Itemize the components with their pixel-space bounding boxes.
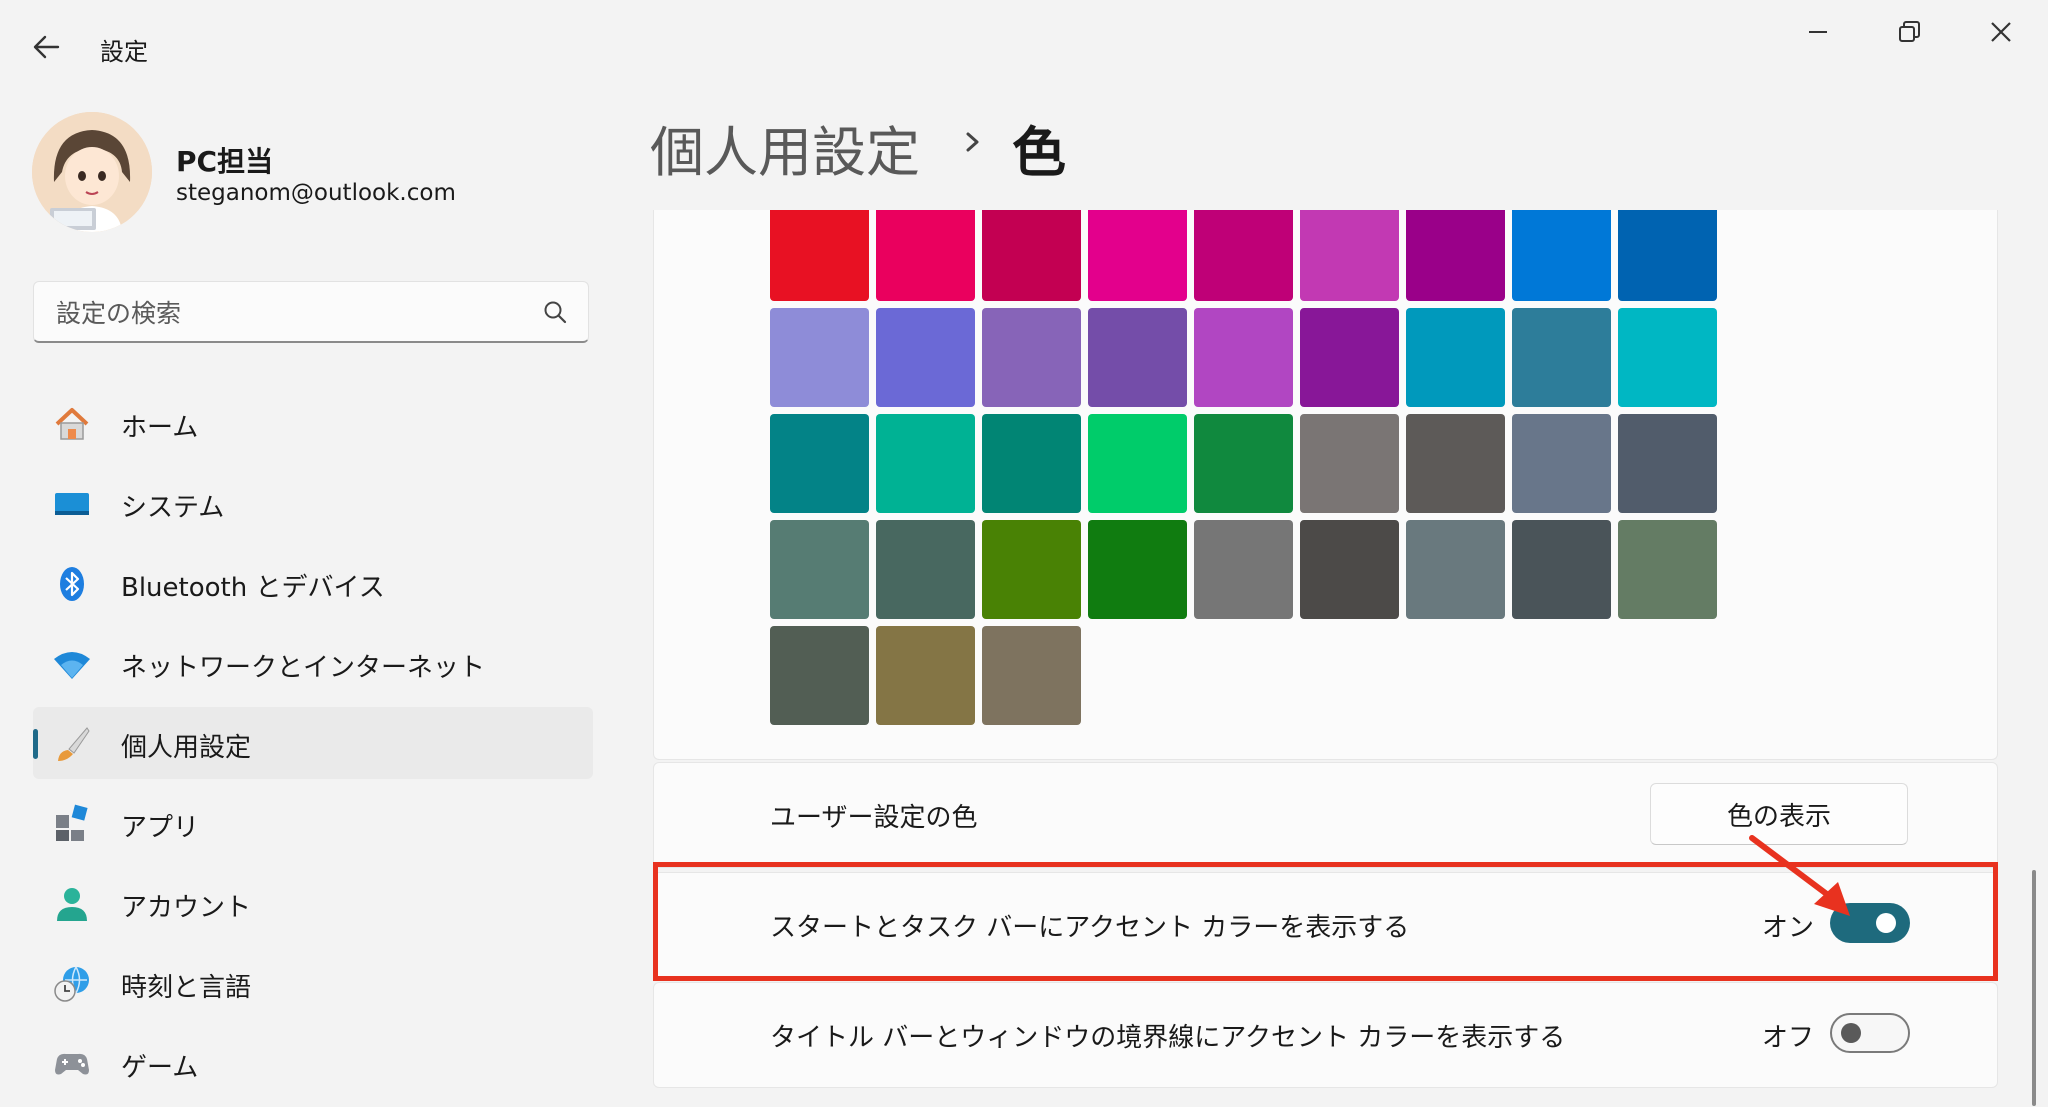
accent-color-swatch[interactable]	[770, 210, 869, 301]
sidebar-item-accounts[interactable]: アカウント	[33, 867, 593, 939]
accent-color-swatch[interactable]	[1406, 414, 1505, 513]
user-profile[interactable]: PC担当 steganom@outlook.com	[32, 110, 592, 240]
sidebar-item-label: 時刻と言語	[121, 973, 252, 1003]
accent-color-swatch[interactable]	[1194, 210, 1293, 301]
sidebar-item-label: システム	[121, 493, 225, 523]
sidebar-item-personalization[interactable]: 個人用設定	[33, 707, 593, 779]
accent-color-swatch[interactable]	[876, 520, 975, 619]
accent-color-swatch[interactable]	[982, 520, 1081, 619]
sidebar-item-system[interactable]: システム	[33, 467, 593, 539]
accent-color-swatch[interactable]	[1194, 520, 1293, 619]
accent-color-swatch[interactable]	[1618, 308, 1717, 407]
minimize-button[interactable]	[1783, 10, 1853, 54]
accent-color-swatch[interactable]	[982, 414, 1081, 513]
sidebar-item-label: ゲーム	[121, 1053, 199, 1083]
apps-icon	[56, 804, 88, 841]
callout-arrow-icon	[1749, 835, 1850, 916]
custom-color-label: ユーザー設定の色	[770, 803, 978, 833]
accent-color-swatch[interactable]	[1618, 414, 1717, 513]
accent-color-swatch[interactable]	[1300, 414, 1399, 513]
breadcrumb-parent[interactable]: 個人用設定	[650, 108, 920, 187]
accent-color-swatch[interactable]	[876, 626, 975, 725]
accent-color-swatch[interactable]	[1512, 414, 1611, 513]
accent-color-swatch[interactable]	[1406, 308, 1505, 407]
accent-color-swatch[interactable]	[1088, 210, 1187, 301]
accent-title-bar-row: タイトル バーとウィンドウの境界線にアクセント カラーを表示する オフ	[653, 982, 1998, 1088]
accent-color-swatch[interactable]	[876, 414, 975, 513]
close-button[interactable]	[1966, 10, 2036, 54]
sidebar-item-bluetooth[interactable]: Bluetooth とデバイス	[33, 547, 593, 619]
user-email: steganom@outlook.com	[176, 180, 456, 206]
accent-color-swatch[interactable]	[1088, 414, 1187, 513]
search-icon[interactable]	[542, 299, 570, 327]
accent-color-swatch[interactable]	[1300, 308, 1399, 407]
accent-color-swatch[interactable]	[1618, 520, 1717, 619]
accent-color-swatch[interactable]	[1194, 414, 1293, 513]
sidebar-item-label: Bluetooth とデバイス	[121, 573, 385, 603]
search-input[interactable]	[54, 294, 538, 332]
search-box[interactable]	[33, 281, 589, 343]
accent-color-swatch[interactable]	[1194, 308, 1293, 407]
back-button[interactable]	[28, 30, 68, 64]
accent-color-swatch[interactable]	[1512, 308, 1611, 407]
page-title: 色	[1012, 121, 1066, 184]
accent-title-bar-label: タイトル バーとウィンドウの境界線にアクセント カラーを表示する	[770, 1023, 1566, 1053]
toggle-state-label: オフ	[1762, 1023, 1815, 1053]
brush-icon	[58, 727, 90, 761]
accent-color-swatch[interactable]	[1300, 210, 1399, 301]
avatar[interactable]	[32, 112, 152, 232]
globe-clock-icon	[54, 966, 89, 1002]
accent-color-swatch[interactable]	[982, 210, 1081, 301]
title-bar: 設定	[0, 0, 2048, 90]
bluetooth-icon	[60, 567, 84, 601]
sidebar-item-apps[interactable]: アプリ	[33, 787, 593, 859]
accent-color-swatch[interactable]	[876, 308, 975, 407]
toggle-knob	[1841, 1023, 1861, 1043]
accent-color-swatch[interactable]	[1406, 520, 1505, 619]
close-icon	[1991, 22, 2011, 42]
sidebar-nav: ホーム システム Bluetooth とデバイス ネットワークとインターネット …	[33, 387, 593, 1107]
sidebar-item-gaming[interactable]: ゲーム	[33, 1027, 593, 1099]
sidebar-item-label: ネットワークとインターネット	[121, 653, 486, 683]
app-title: 設定	[100, 38, 148, 66]
restore-button[interactable]	[1875, 10, 1945, 54]
sidebar-item-label: アカウント	[121, 893, 252, 923]
accent-color-swatch[interactable]	[1512, 520, 1611, 619]
accent-color-swatch[interactable]	[770, 308, 869, 407]
accent-color-swatch[interactable]	[1618, 210, 1717, 301]
sidebar-item-time-language[interactable]: 時刻と言語	[33, 947, 593, 1019]
accent-color-swatch[interactable]	[770, 414, 869, 513]
home-icon	[55, 408, 89, 440]
accent-color-swatch[interactable]	[982, 626, 1081, 725]
accent-color-swatch[interactable]	[876, 210, 975, 301]
monitor-icon	[55, 493, 89, 515]
restore-icon	[1899, 21, 1920, 42]
sidebar-item-home[interactable]: ホーム	[33, 387, 593, 459]
sidebar-item-network[interactable]: ネットワークとインターネット	[33, 627, 593, 699]
accent-color-swatch[interactable]	[1088, 308, 1187, 407]
chevron-right-icon	[966, 132, 979, 152]
accent-color-swatch[interactable]	[770, 520, 869, 619]
accent-title-bar-toggle[interactable]	[1830, 1013, 1910, 1053]
person-icon	[57, 888, 87, 921]
avatar-illustration-icon	[32, 112, 152, 232]
sidebar-item-label: 個人用設定	[121, 733, 252, 763]
accent-color-swatch[interactable]	[982, 308, 1081, 407]
back-arrow-icon	[33, 35, 60, 59]
gamepad-icon	[55, 1053, 89, 1075]
accent-color-swatch[interactable]	[1512, 210, 1611, 301]
accent-color-swatch[interactable]	[1300, 520, 1399, 619]
accent-color-swatch[interactable]	[770, 626, 869, 725]
user-name: PC担当	[176, 145, 274, 178]
scrollbar[interactable]	[2032, 870, 2036, 1106]
sidebar-item-label: ホーム	[121, 413, 199, 443]
accent-color-swatch[interactable]	[1406, 210, 1505, 301]
sidebar-item-label: アプリ	[121, 813, 200, 843]
minimize-icon	[1809, 31, 1827, 33]
accent-color-palette	[653, 210, 1998, 760]
active-indicator	[33, 729, 38, 759]
wifi-icon	[54, 652, 90, 679]
accent-color-swatch[interactable]	[1088, 520, 1187, 619]
